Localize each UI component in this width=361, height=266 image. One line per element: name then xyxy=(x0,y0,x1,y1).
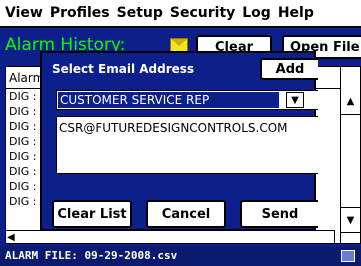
menu-view[interactable]: View xyxy=(0,5,43,21)
add-button[interactable]: Add xyxy=(260,58,318,80)
status-text: ALARM FILE: 09-29-2008.csv xyxy=(5,249,178,262)
recipient-select[interactable]: CUSTOMER SERVICE REP ▼ xyxy=(56,90,318,110)
send-button[interactable]: Send xyxy=(240,200,318,228)
scroll-left-icon[interactable]: ◀ xyxy=(7,232,15,243)
envelope-icon[interactable] xyxy=(170,38,188,52)
clear-list-button[interactable]: Clear List xyxy=(52,200,132,228)
email-address-field[interactable]: CSR@FUTUREDESIGNCONTROLS.COM xyxy=(56,116,318,174)
dropdown-arrow-icon[interactable]: ▼ xyxy=(286,92,304,108)
menu-log[interactable]: Log xyxy=(235,5,271,21)
dialog-title: Select Email Address xyxy=(52,62,195,76)
select-email-dialog: Select Email Address Add CUSTOMER SERVIC… xyxy=(40,51,318,231)
scroll-up-icon[interactable]: ▲ xyxy=(341,89,360,115)
scroll-down-icon[interactable]: ▼ xyxy=(341,207,360,233)
status-bar: ALARM FILE: 09-29-2008.csv xyxy=(0,246,361,266)
vertical-scrollbar[interactable]: ▲ ▼ xyxy=(340,67,360,243)
recipient-selected-value: CUSTOMER SERVICE REP xyxy=(58,92,279,108)
menu-profiles[interactable]: Profiles xyxy=(43,5,110,21)
device-icon xyxy=(341,250,355,262)
cancel-button[interactable]: Cancel xyxy=(146,200,226,228)
menu-help[interactable]: Help xyxy=(271,5,314,21)
menu-bar: View Profiles Setup Security Log Help xyxy=(0,0,361,28)
menu-setup[interactable]: Setup xyxy=(110,5,163,21)
menu-security[interactable]: Security xyxy=(163,5,235,21)
horizontal-scrollbar[interactable]: ◀ xyxy=(5,230,335,244)
